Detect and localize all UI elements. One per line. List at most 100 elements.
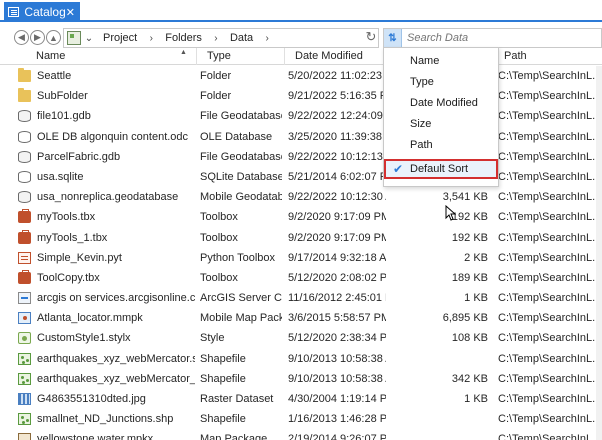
row-path: C:\Temp\SearchInL... — [498, 372, 602, 385]
row-size: 192 KB — [451, 231, 488, 244]
tab-title: Catalog — [24, 5, 66, 19]
row-path: C:\Temp\SearchInL... — [498, 393, 602, 405]
row-type: Toolbox — [200, 271, 238, 284]
breadcrumb-data[interactable]: Data — [224, 32, 259, 44]
row-path: C:\Temp\SearchInL... — [498, 191, 602, 204]
row-date-modified: 9/21/2022 5:16:35 PM — [288, 90, 386, 103]
table-row[interactable]: OLE DB algonquin content.odc OLE Database… — [0, 127, 602, 147]
table-row[interactable]: ParcelFabric.gdb File Geodatabase 9/22/202… — [0, 147, 602, 167]
breadcrumb-folders[interactable]: Folders — [159, 32, 208, 44]
sort-menu-date-modified[interactable]: Date Modified — [410, 97, 478, 109]
table-row[interactable]: yellowstone water.mpkx Map Package 2/19/20… — [0, 429, 602, 440]
row-type: Raster Dataset — [200, 393, 274, 405]
sort-menu-default-sort[interactable]: ✔ Default Sort — [384, 159, 498, 179]
chevron-right-icon: › — [265, 32, 269, 44]
sort-icon[interactable]: ⇅ — [384, 29, 402, 47]
toolbox-icon — [18, 229, 31, 244]
table-row[interactable]: Seattle Folder 5/20/2022 11:02:23 AM C:\Tem… — [0, 66, 602, 86]
item-list: Seattle Folder 5/20/2022 11:02:23 AM C:\Tem… — [0, 66, 602, 440]
row-date-modified: 9/22/2022 10:12:30 AM — [288, 191, 386, 204]
table-row[interactable]: SubFolder Folder 9/21/2022 5:16:35 PM C:\Te… — [0, 86, 602, 106]
tab-bar: Catalog ✕ — [0, 0, 602, 22]
row-path: C:\Temp\SearchInL... — [498, 110, 602, 123]
row-date-modified: 3/6/2015 5:58:57 PM — [288, 312, 386, 325]
row-size: 2 KB — [464, 251, 488, 264]
close-icon[interactable]: ✕ — [66, 6, 75, 19]
chevron-down-icon[interactable]: ⌄ — [81, 33, 97, 44]
table-row[interactable]: earthquakes_xyz_webMercator_1... Shapefil… — [0, 369, 602, 389]
column-header: Name ▲ Type Date Modified Path — [0, 48, 602, 65]
project-home-icon[interactable] — [67, 31, 81, 45]
sort-menu-size[interactable]: Size — [410, 118, 431, 130]
tab-catalog[interactable]: Catalog ✕ — [4, 2, 80, 22]
refresh-icon[interactable]: ↻ — [363, 28, 379, 46]
scrollbar[interactable] — [596, 66, 602, 440]
table-row[interactable]: Simple_Kevin.pyt Python Toolbox 9/17/2014 … — [0, 248, 602, 268]
table-row[interactable]: arcgis on services.arcgisonline.co... Arc… — [0, 288, 602, 308]
search-box[interactable]: ⇅ — [383, 28, 602, 48]
back-icon[interactable]: ◀ — [14, 30, 29, 45]
table-row[interactable]: CustomStyle1.stylx Style 5/12/2020 2:38:34… — [0, 328, 602, 348]
folder-icon — [18, 88, 31, 103]
table-row[interactable]: smallnet_ND_Junctions.shp Shapefile 1/16/2… — [0, 409, 602, 429]
row-name: file101.gdb — [37, 110, 91, 123]
row-size: 189 KB — [451, 271, 488, 284]
row-name: arcgis on services.arcgisonline.co... — [37, 292, 195, 305]
table-row[interactable]: earthquakes_xyz_webMercator.shp Shapefile… — [0, 349, 602, 369]
row-size: 6,895 KB — [442, 312, 488, 325]
row-name: Seattle — [37, 70, 72, 82]
row-date-modified: 9/22/2022 10:12:13 AM — [288, 150, 386, 163]
row-date-modified: 9/2/2020 9:17:09 PM — [288, 231, 386, 244]
row-date-modified: 9/22/2022 12:24:09 PM — [288, 110, 386, 123]
row-date-modified: 1/16/2013 1:46:28 PM — [288, 413, 386, 426]
row-type: SQLite Database — [200, 170, 282, 183]
sort-menu-type[interactable]: Type — [410, 76, 434, 88]
table-row[interactable]: usa.sqlite SQLite Database 5/21/2014 6:02:… — [0, 167, 602, 187]
table-row[interactable]: G4863551310dted.jpg Raster Dataset 4/30/20… — [0, 389, 602, 409]
row-date-modified: 3/25/2020 11:39:38 AM — [288, 130, 386, 143]
row-path: C:\Temp\SearchInL... — [498, 332, 602, 345]
row-path: C:\Temp\SearchInL... — [498, 352, 602, 365]
toolbox-icon — [18, 209, 31, 224]
row-date-modified: 4/30/2004 1:19:14 PM — [288, 393, 386, 405]
row-date-modified: 5/21/2014 6:02:07 PM — [288, 170, 386, 183]
forward-icon[interactable]: ▶ — [30, 30, 45, 45]
row-path: C:\Temp\SearchInL... — [498, 130, 602, 143]
up-icon[interactable]: ▲ — [46, 30, 61, 45]
row-name: CustomStyle1.stylx — [37, 332, 131, 345]
mouse-cursor-icon — [445, 205, 456, 221]
catalog-icon — [8, 7, 20, 17]
table-row[interactable]: Atlanta_locator.mmpk Mobile Map Packa 3/6/… — [0, 308, 602, 328]
search-input[interactable] — [407, 32, 597, 44]
sort-menu-path[interactable]: Path — [410, 139, 433, 151]
table-row[interactable]: usa_nonreplica.geodatabase Mobile Geodata… — [0, 187, 602, 207]
toolbar: ◀ ▶ ▲ ⌄ Project › Folders › Data › ↻ ⇅ — [0, 26, 602, 50]
row-type: Folder — [200, 90, 232, 103]
server-connection-icon — [18, 292, 31, 305]
row-type: Style — [200, 332, 225, 345]
table-row[interactable]: ToolCopy.tbx Toolbox 5/12/2020 2:08:02 PM 1… — [0, 268, 602, 288]
row-type: Python Toolbox — [200, 251, 276, 264]
column-name[interactable]: Name — [32, 48, 197, 65]
table-row[interactable]: myTools_1.tbx Toolbox 9/2/2020 9:17:09 PM 1… — [0, 228, 602, 248]
breadcrumb[interactable]: ⌄ Project › Folders › Data › — [63, 28, 379, 48]
table-row[interactable]: myTools.tbx Toolbox 9/2/2020 9:17:09 PM 192… — [0, 207, 602, 227]
row-date-modified: 9/17/2014 9:32:18 AM — [288, 251, 386, 264]
row-name: earthquakes_xyz_webMercator.shp — [37, 352, 195, 365]
row-name: ParcelFabric.gdb — [37, 150, 121, 163]
row-type: Shapefile — [200, 372, 246, 385]
breadcrumb-project[interactable]: Project — [97, 32, 143, 44]
row-path: C:\Temp\SearchInL... — [498, 90, 602, 103]
row-name: usa.sqlite — [37, 170, 84, 183]
row-path: C:\Temp\SearchInL... — [498, 150, 602, 163]
row-name: G4863551310dted.jpg — [37, 393, 146, 405]
sort-menu-name[interactable]: Name — [410, 55, 439, 67]
row-path: C:\Temp\SearchInL... — [498, 312, 602, 325]
column-path[interactable]: Path — [500, 48, 602, 65]
column-type[interactable]: Type — [203, 48, 285, 65]
shapefile-icon — [18, 413, 31, 426]
row-name: smallnet_ND_Junctions.shp — [37, 413, 174, 426]
row-name: myTools_1.tbx — [37, 231, 108, 244]
row-path: C:\Temp\SearchInL... — [498, 231, 602, 244]
table-row[interactable]: file101.gdb File Geodatabase 9/22/2022 12:… — [0, 106, 602, 126]
